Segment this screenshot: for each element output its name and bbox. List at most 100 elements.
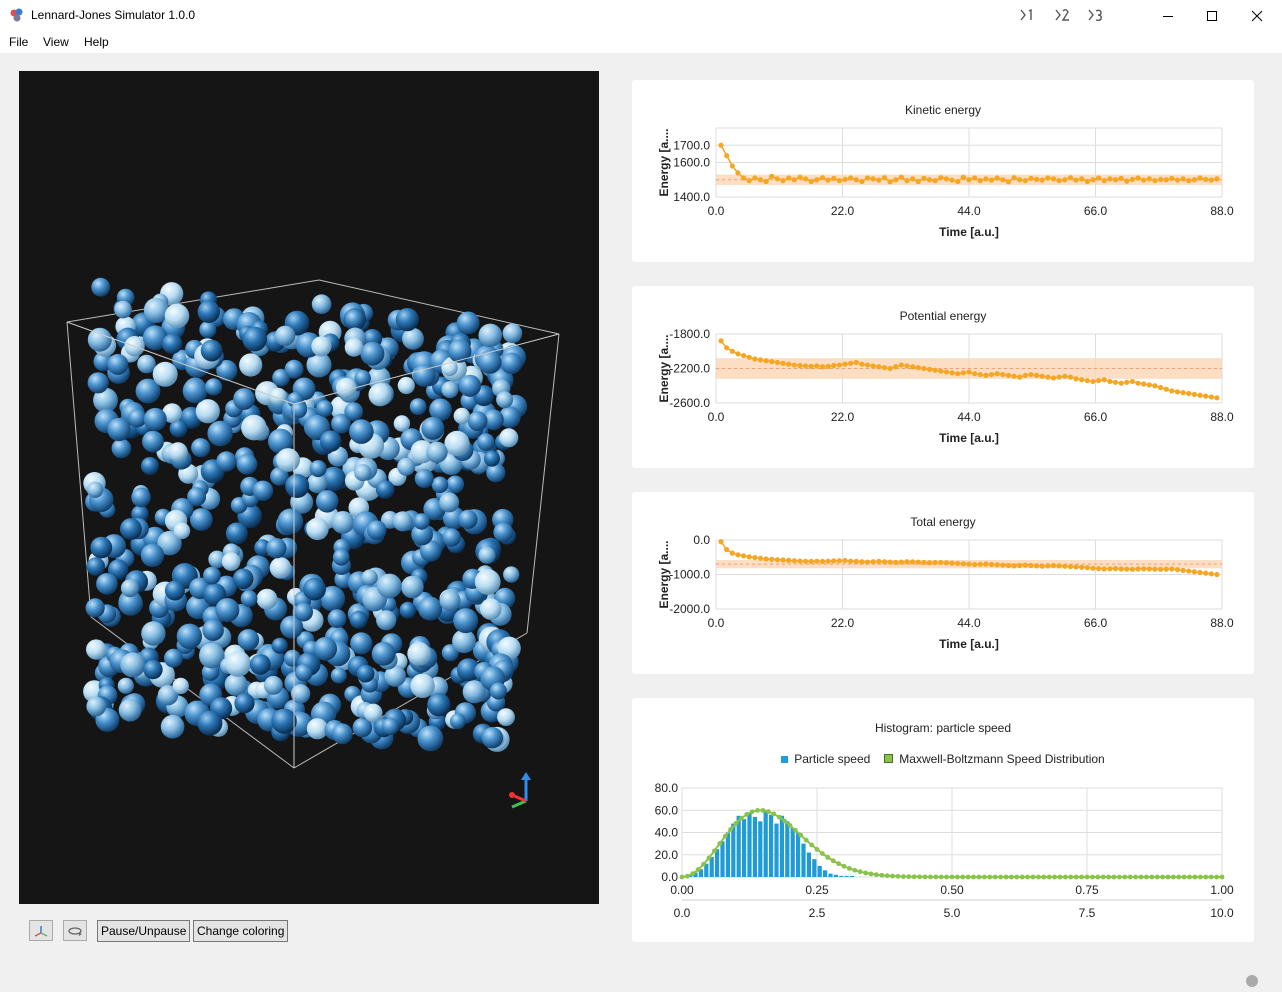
data-point <box>1174 389 1181 395</box>
menu-view[interactable]: View <box>43 35 69 49</box>
histogram-panel: 0.0 20.0 40.0 60.0 80.0 0.00 0.25 0.50 0.75 1.00 0… <box>632 698 1254 942</box>
kinetic-energy-panel: 1400.0 1600.0 1700.0 0.0 22.0 44.0 66.0 88.0 Tim… <box>632 80 1254 262</box>
data-point <box>1062 177 1068 183</box>
data-point <box>1017 562 1023 569</box>
data-point <box>1129 176 1136 183</box>
particle <box>397 457 416 476</box>
data-point <box>735 552 741 558</box>
data-point <box>848 360 854 366</box>
data-point <box>1090 565 1096 571</box>
particle <box>354 464 372 482</box>
data-point <box>994 562 1000 568</box>
axes-toggle-button[interactable] <box>29 920 53 941</box>
data-point <box>1050 176 1057 182</box>
close-button[interactable] <box>1234 0 1280 31</box>
rotate-icon <box>68 926 82 936</box>
minimize-button[interactable] <box>1145 0 1191 31</box>
histogram-bar <box>774 823 779 877</box>
data-point <box>836 362 842 368</box>
particle <box>363 703 383 723</box>
data-point <box>1186 568 1192 574</box>
maxwell-point <box>1100 874 1106 880</box>
data-point <box>932 178 938 184</box>
rotate-toggle-button[interactable] <box>63 920 87 941</box>
histogram-bar <box>763 810 768 877</box>
pause-unpause-button[interactable]: Pause/Unpause <box>97 920 191 942</box>
menu-file[interactable]: File <box>9 35 28 49</box>
layout-mode-1-icon[interactable] <box>1020 8 1036 22</box>
data-point <box>1000 177 1006 183</box>
data-point <box>1129 566 1136 572</box>
data-point <box>1039 373 1045 379</box>
layout-mode-2-icon[interactable] <box>1055 8 1071 22</box>
particle <box>480 598 502 620</box>
data-point <box>926 177 933 183</box>
menu-help[interactable]: Help <box>84 35 109 49</box>
particle <box>173 522 191 540</box>
simulation-viewport[interactable] <box>19 71 599 904</box>
data-point <box>972 175 978 181</box>
data-point <box>1214 395 1220 401</box>
data-point <box>876 558 882 564</box>
maximize-button[interactable] <box>1189 0 1235 31</box>
data-point <box>1112 566 1119 572</box>
data-point <box>1141 381 1147 387</box>
maxwell-point <box>722 833 728 839</box>
status-indicator <box>1246 975 1258 987</box>
data-point <box>915 365 921 371</box>
data-point <box>1169 566 1175 572</box>
data-point <box>864 559 871 565</box>
particle <box>172 677 189 695</box>
particle <box>303 577 326 601</box>
maxwell-point <box>744 811 750 817</box>
data-point <box>893 364 899 370</box>
data-point <box>819 364 826 370</box>
particle <box>274 325 296 346</box>
particle <box>392 511 413 532</box>
layout-mode-3-icon[interactable] <box>1088 8 1104 22</box>
data-point <box>966 369 972 375</box>
change-coloring-button[interactable]: Change coloring <box>193 920 289 942</box>
data-point <box>870 559 876 565</box>
maxwell-point <box>706 855 712 861</box>
data-point <box>977 371 983 378</box>
maxwell-point <box>944 874 949 880</box>
data-point <box>859 559 865 565</box>
data-point <box>1096 175 1102 181</box>
particle <box>269 557 292 579</box>
maxwell-point <box>1214 874 1219 880</box>
data-point <box>921 365 927 372</box>
particle <box>368 383 392 407</box>
data-point <box>757 177 764 183</box>
particle <box>195 399 220 424</box>
data-point <box>1039 563 1045 569</box>
data-point <box>1152 566 1158 572</box>
maxwell-point <box>760 808 766 813</box>
data-point <box>1124 379 1130 385</box>
data-point <box>938 559 944 566</box>
maxwell-point <box>1122 874 1128 880</box>
maxwell-point <box>868 871 874 877</box>
data-point <box>825 177 831 183</box>
data-point <box>1197 569 1203 576</box>
maxwell-point <box>803 837 809 843</box>
maxwell-point <box>938 874 944 880</box>
data-point <box>1157 384 1164 391</box>
data-point <box>1028 562 1034 569</box>
data-point <box>943 369 950 375</box>
data-point <box>1203 570 1209 576</box>
data-point <box>1124 566 1130 572</box>
data-point <box>955 560 961 567</box>
maxwell-point <box>814 847 820 852</box>
particle <box>315 490 339 513</box>
y-axis-label: Energy [a.... <box>657 128 671 196</box>
grid <box>715 127 1223 198</box>
data-point <box>938 175 944 181</box>
data-point <box>718 338 724 344</box>
data-point <box>786 175 792 181</box>
particle <box>162 333 183 354</box>
particle <box>120 518 142 540</box>
particle <box>427 693 451 717</box>
particle <box>164 580 185 601</box>
maxwell-point <box>917 874 922 880</box>
